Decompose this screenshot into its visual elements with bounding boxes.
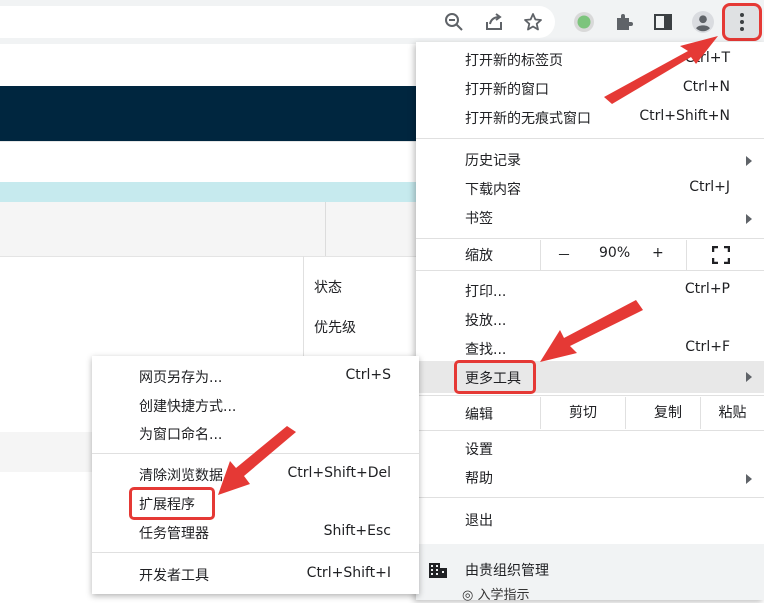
- zoom-label: 缩放: [465, 248, 493, 264]
- page-teal-strip: [0, 182, 420, 202]
- zoom-out-button[interactable]: －: [557, 245, 571, 265]
- page-table-header: [0, 202, 420, 257]
- more-options-icon: [740, 13, 744, 31]
- submenu-item-save-page[interactable]: 网页另存为... Ctrl+S: [92, 363, 419, 391]
- chrome-main-menu: 打开新的标签页 Ctrl+T 打开新的窗口 Ctrl+N 打开新的无痕式窗口 C…: [416, 42, 764, 600]
- submenu-item-create-shortcut[interactable]: 创建快捷方式...: [92, 392, 419, 420]
- managed-label: 由贵组织管理: [465, 563, 549, 579]
- page-divider: [0, 141, 420, 142]
- menu-item-label: 书签: [465, 211, 493, 227]
- submenu-separator: [92, 552, 419, 553]
- menu-separator: [416, 270, 764, 271]
- submenu-item-label: 任务管理器: [139, 526, 209, 542]
- menu-item-downloads[interactable]: 下载内容 Ctrl+J: [416, 175, 764, 204]
- submenu-separator: [92, 453, 419, 454]
- submenu-item-task-manager[interactable]: 任务管理器 Shift+Esc: [92, 519, 419, 547]
- chevron-right-icon: [746, 474, 752, 484]
- highlight-box: [454, 360, 536, 394]
- submenu-item-label: 清除浏览数据...: [139, 468, 237, 484]
- submenu-item-name-window[interactable]: 为窗口命名...: [92, 420, 419, 448]
- submenu-item-shortcut: Shift+Esc: [323, 523, 391, 539]
- menu-item-label: 下载内容: [465, 182, 521, 198]
- extension-status-icon[interactable]: [573, 11, 595, 33]
- menu-item-exit[interactable]: 退出: [416, 506, 764, 535]
- menu-item-new-incognito[interactable]: 打开新的无痕式窗口 Ctrl+Shift+N: [416, 104, 764, 133]
- address-bar[interactable]: [0, 6, 555, 38]
- zoom-out-icon[interactable]: [443, 11, 465, 33]
- submenu-item-label: 开发者工具: [139, 568, 209, 584]
- zoom-value: 90%: [599, 245, 631, 261]
- menu-item-label: 投放...: [465, 313, 507, 329]
- menu-item-shortcut: Ctrl+T: [684, 50, 730, 66]
- submenu-item-shortcut: Ctrl+Shift+Del: [287, 465, 391, 481]
- fullscreen-icon[interactable]: [711, 245, 731, 268]
- share-icon[interactable]: [483, 11, 505, 33]
- submenu-item-clear-data[interactable]: 清除浏览数据... Ctrl+Shift+Del: [92, 461, 419, 489]
- menu-item-label: 设置: [465, 442, 493, 458]
- menu-separator: [416, 497, 764, 498]
- menu-edit-row: 编辑 剪切 复制 粘贴: [416, 397, 764, 429]
- submenu-item-label: 网页另存为...: [139, 370, 223, 386]
- menu-item-shortcut: Ctrl+Shift+N: [639, 108, 730, 124]
- page-status-label: 状态: [314, 280, 342, 296]
- star-icon[interactable]: [522, 11, 544, 33]
- menu-item-label: 历史记录: [465, 153, 521, 169]
- submenu-item-shortcut: Ctrl+Shift+I: [306, 565, 391, 581]
- menu-item-new-tab[interactable]: 打开新的标签页 Ctrl+T: [416, 46, 764, 75]
- menu-item-label: 打印...: [465, 284, 507, 300]
- menu-item-label: 帮助: [465, 471, 493, 487]
- menu-item-shortcut: Ctrl+P: [684, 281, 730, 297]
- highlight-box: [129, 487, 215, 520]
- menu-separator: [416, 430, 764, 431]
- menu-separator: [416, 395, 764, 396]
- side-panel-icon[interactable]: [652, 11, 674, 33]
- edit-label: 编辑: [465, 407, 493, 423]
- menu-item-bookmarks[interactable]: 书签: [416, 204, 764, 233]
- page-gray-row: [0, 432, 92, 472]
- copy-button[interactable]: 复制: [626, 397, 710, 429]
- menu-item-history[interactable]: 历史记录: [416, 146, 764, 175]
- page-header-bar: [0, 86, 420, 141]
- submenu-item-dev-tools[interactable]: 开发者工具 Ctrl+Shift+I: [92, 561, 419, 589]
- menu-item-settings[interactable]: 设置: [416, 435, 764, 464]
- menu-item-shortcut: Ctrl+J: [689, 179, 730, 195]
- menu-item-shortcut: Ctrl+N: [682, 79, 730, 95]
- menu-item-help[interactable]: 帮助: [416, 464, 764, 493]
- profile-icon[interactable]: [692, 11, 714, 33]
- menu-item-new-window[interactable]: 打开新的窗口 Ctrl+N: [416, 75, 764, 104]
- page-priority-label: 优先级: [314, 320, 356, 336]
- menu-item-shortcut: Ctrl+F: [685, 339, 730, 355]
- zoom-divider: [540, 240, 541, 270]
- menu-item-print[interactable]: 打印... Ctrl+P: [416, 277, 764, 306]
- menu-separator: [416, 138, 764, 139]
- chevron-right-icon: [746, 372, 752, 382]
- menu-item-cast[interactable]: 投放...: [416, 306, 764, 335]
- browser-toolbar: [0, 0, 764, 44]
- chevron-right-icon: [746, 214, 752, 224]
- menu-item-label: 查找...: [465, 342, 507, 358]
- menu-zoom-row: 缩放 － 90% +: [416, 240, 764, 270]
- submenu-item-shortcut: Ctrl+S: [345, 367, 391, 383]
- page-column-divider: [325, 202, 326, 256]
- zoom-in-button[interactable]: +: [652, 245, 664, 261]
- paste-button[interactable]: 粘贴: [701, 397, 764, 429]
- cut-button[interactable]: 剪切: [541, 397, 625, 429]
- page-bottom-text: ◎ 入学指示: [462, 588, 530, 603]
- building-icon: [428, 560, 448, 584]
- zoom-divider: [686, 240, 687, 270]
- menu-separator: [416, 238, 764, 239]
- chevron-right-icon: [746, 156, 752, 166]
- menu-item-label: 打开新的无痕式窗口: [465, 111, 591, 127]
- menu-item-label: 打开新的窗口: [465, 82, 549, 98]
- more-options-button[interactable]: [722, 3, 762, 41]
- page-column-divider: [303, 256, 304, 356]
- puzzle-icon[interactable]: [613, 11, 635, 33]
- menu-item-label: 打开新的标签页: [465, 53, 563, 69]
- menu-item-label: 退出: [465, 513, 493, 529]
- more-tools-submenu: 网页另存为... Ctrl+S 创建快捷方式... 为窗口命名... 清除浏览数…: [92, 356, 419, 594]
- submenu-item-label: 为窗口命名...: [139, 427, 223, 443]
- submenu-item-label: 创建快捷方式...: [139, 399, 237, 415]
